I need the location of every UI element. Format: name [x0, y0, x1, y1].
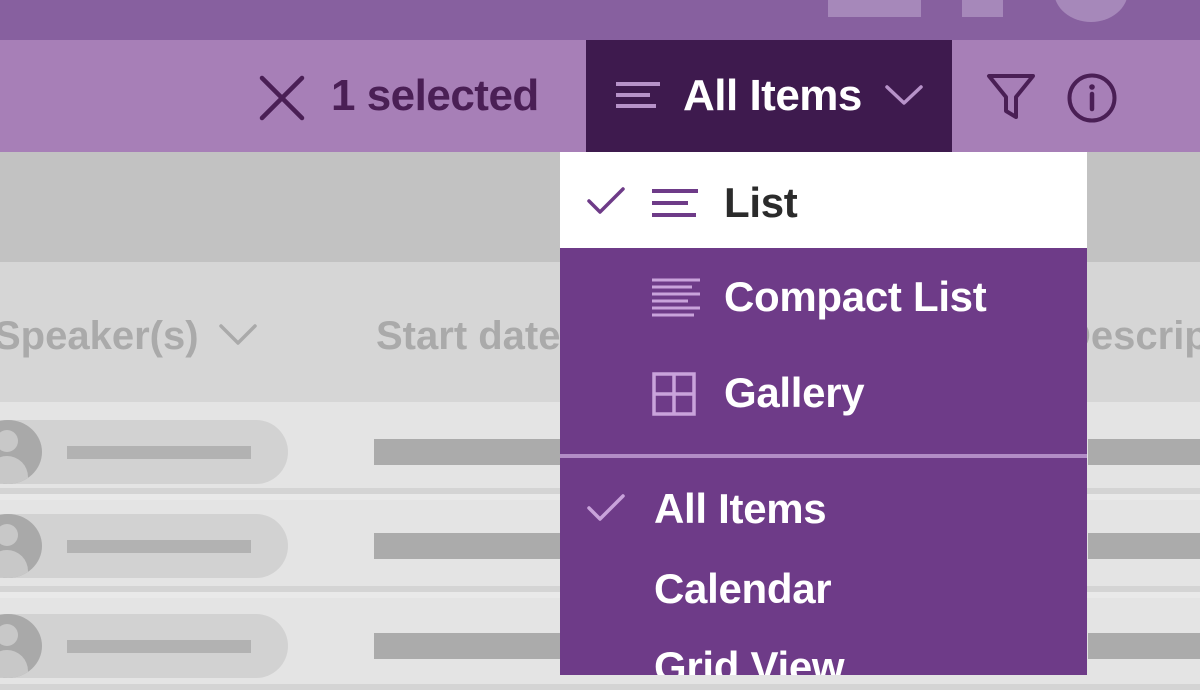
placeholder-text [67, 640, 251, 653]
menu-item-gallery[interactable]: Gallery [560, 344, 1087, 440]
placeholder-text [1088, 533, 1200, 559]
chevron-down-icon [884, 82, 924, 113]
title-bar-button[interactable] [962, 0, 1003, 17]
view-menu: List Compact List Gallery All Items Cale… [560, 152, 1087, 675]
list-lines-icon [652, 189, 698, 217]
menu-item-grid-view[interactable]: Grid View [560, 630, 1087, 675]
menu-item-label: Gallery [724, 369, 865, 416]
menu-item-compact-list[interactable]: Compact List [560, 248, 1087, 344]
info-icon [1067, 73, 1117, 123]
placeholder-text [374, 533, 564, 559]
close-icon [259, 75, 305, 121]
menu-item-label: Compact List [724, 273, 987, 320]
view-options-icon [614, 80, 662, 115]
filter-icon [987, 74, 1035, 119]
title-bar [0, 0, 1200, 40]
menu-item-label: All Items [654, 485, 827, 532]
menu-item-list[interactable]: List [560, 152, 1087, 248]
gallery-grid-icon [652, 372, 696, 416]
placeholder-text [67, 446, 251, 459]
menu-item-label: List [724, 179, 798, 226]
menu-item-all-items[interactable]: All Items [560, 464, 1087, 550]
checkmark-icon [587, 494, 625, 521]
placeholder-text [1088, 633, 1200, 659]
placeholder-text [67, 540, 251, 553]
compact-list-icon [652, 278, 700, 317]
placeholder-text [374, 633, 564, 659]
title-bar-button[interactable] [828, 0, 921, 17]
placeholder-text [1088, 439, 1200, 465]
filter-button[interactable] [986, 72, 1036, 127]
menu-item-calendar[interactable]: Calendar [560, 550, 1087, 630]
column-header-start-date[interactable]: Start date [376, 312, 561, 360]
menu-item-label: Grid View [654, 643, 845, 675]
column-header-speaker[interactable]: Speaker(s) [0, 312, 199, 360]
menu-item-label: Calendar [654, 565, 832, 612]
clear-selection-button[interactable] [258, 74, 306, 122]
placeholder-text [374, 439, 564, 465]
view-switcher-label: All Items [683, 71, 862, 120]
selection-count: 1 selected [331, 71, 539, 120]
menu-divider [560, 454, 1087, 458]
info-button[interactable] [1066, 72, 1118, 129]
checkmark-icon [587, 187, 625, 214]
chevron-down-icon[interactable] [218, 322, 258, 353]
